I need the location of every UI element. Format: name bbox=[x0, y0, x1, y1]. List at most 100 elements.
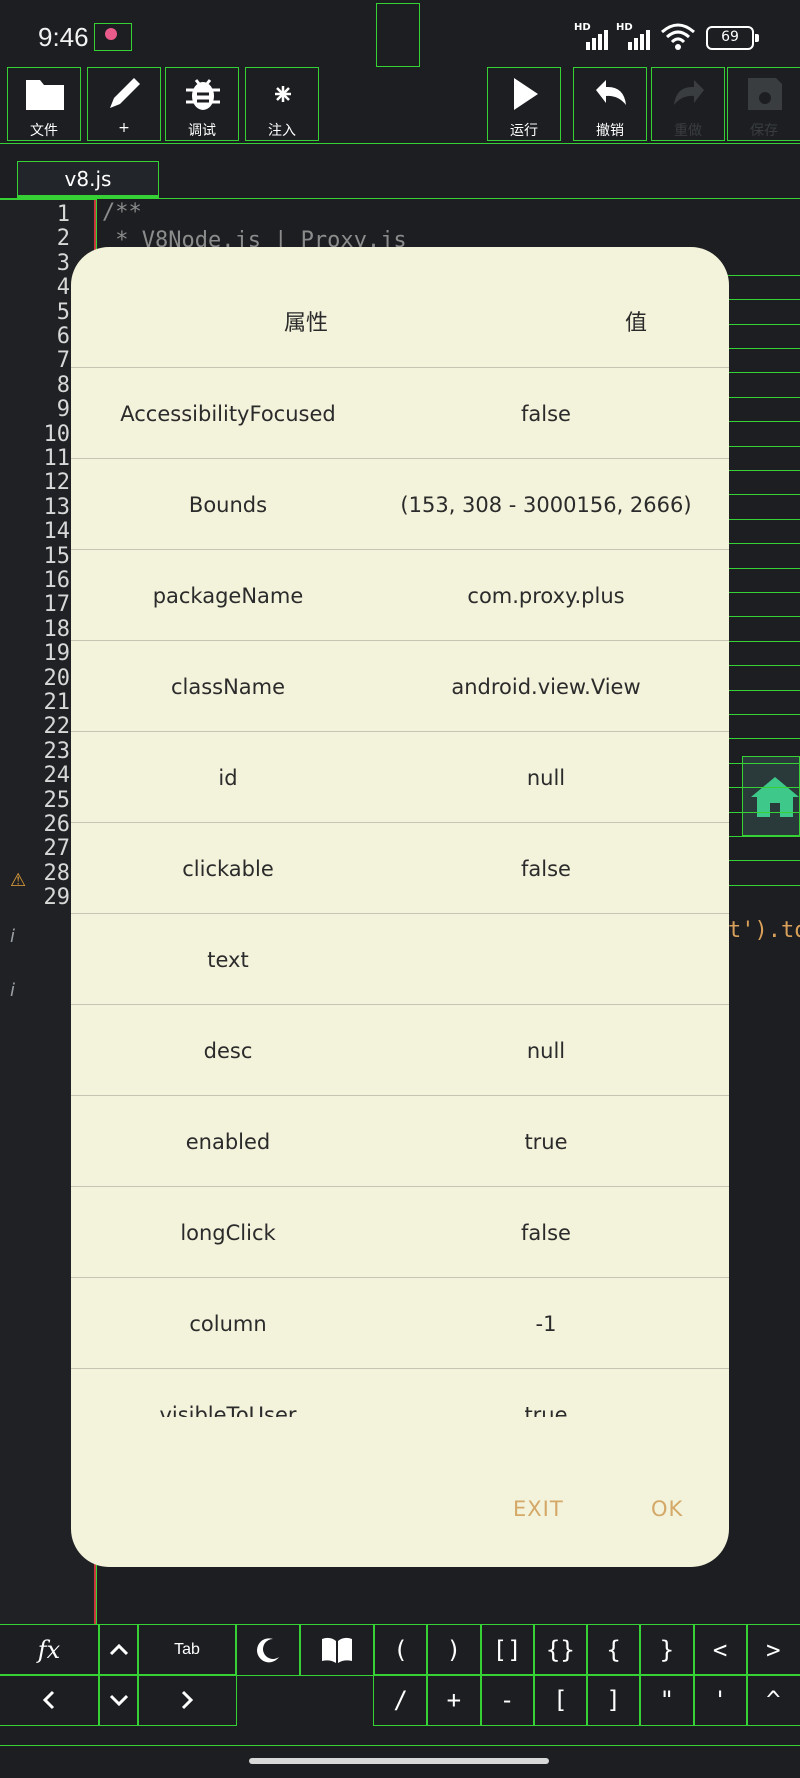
tab-v8-js[interactable]: v8.js bbox=[17, 161, 159, 199]
symbol-key[interactable]: } bbox=[639, 1624, 695, 1676]
property-row[interactable]: id null bbox=[71, 731, 729, 822]
symbol-key[interactable]: " bbox=[639, 1674, 695, 1726]
property-row[interactable]: enabled true bbox=[71, 1095, 729, 1186]
debug-button[interactable]: 调试 bbox=[165, 67, 239, 141]
tab-bar: v8.js bbox=[0, 143, 800, 199]
line-number: 2 bbox=[56, 226, 70, 252]
save-button[interactable]: 保存 bbox=[727, 67, 800, 141]
guide-line bbox=[720, 543, 800, 545]
code-line-27-tail: t').to bbox=[728, 918, 800, 943]
property-key: id bbox=[218, 766, 238, 790]
guide-line bbox=[720, 616, 800, 618]
symbol-key[interactable]: ( bbox=[372, 1624, 429, 1676]
symbol-key[interactable]: ] bbox=[585, 1674, 642, 1726]
dialog-header: 属性 值 bbox=[71, 247, 729, 367]
guide-line bbox=[720, 299, 800, 301]
property-row[interactable]: packageName com.proxy.plus bbox=[71, 549, 729, 640]
inject-button[interactable]: 注入 bbox=[245, 67, 319, 141]
guide-line bbox=[720, 738, 800, 740]
tab-key[interactable]: Tab bbox=[137, 1624, 237, 1676]
guide-line bbox=[720, 348, 800, 349]
guide-line bbox=[720, 836, 800, 837]
property-row[interactable]: longClick false bbox=[71, 1186, 729, 1277]
guide-line bbox=[720, 274, 800, 276]
redo-button[interactable]: 重做 bbox=[651, 67, 725, 141]
guide-line bbox=[720, 884, 800, 886]
symbol-key[interactable]: ^ bbox=[745, 1674, 800, 1726]
property-row[interactable]: AccessibilityFocused false bbox=[71, 367, 729, 458]
exit-button[interactable]: EXIT bbox=[513, 1497, 564, 1521]
play-icon bbox=[514, 78, 538, 110]
symbol-key[interactable]: - bbox=[479, 1674, 535, 1726]
home-indicator[interactable] bbox=[249, 1758, 549, 1764]
theme-toggle-key[interactable] bbox=[235, 1624, 301, 1676]
property-value: com.proxy.plus bbox=[467, 584, 625, 608]
line-number: 16 bbox=[43, 568, 71, 593]
symbol-key[interactable]: > bbox=[745, 1624, 800, 1676]
line-number: 9 bbox=[56, 397, 70, 423]
moon-icon bbox=[257, 1638, 279, 1663]
cursor-up-key[interactable] bbox=[99, 1624, 139, 1676]
property-key: className bbox=[170, 675, 286, 699]
cursor-right-key[interactable] bbox=[137, 1674, 237, 1726]
guide-line bbox=[720, 421, 800, 423]
edit-button[interactable]: + bbox=[87, 67, 161, 141]
symbol-key[interactable]: ' bbox=[692, 1674, 748, 1726]
line-number: 7 bbox=[56, 348, 70, 374]
property-value: -1 bbox=[535, 1312, 557, 1336]
property-key: AccessibilityFocused bbox=[120, 402, 336, 426]
symbol-key[interactable]: {} bbox=[532, 1624, 589, 1676]
info-icon: i bbox=[10, 980, 16, 1001]
symbol-key[interactable]: / bbox=[372, 1674, 429, 1726]
symbol-key[interactable]: ) bbox=[426, 1624, 482, 1676]
line-number: 13 bbox=[43, 494, 71, 520]
property-row[interactable]: visibleToUser true bbox=[71, 1368, 729, 1417]
property-key: column bbox=[189, 1312, 267, 1336]
battery-icon: 69 bbox=[706, 26, 759, 50]
line-number: 8 bbox=[56, 372, 70, 398]
symbol-key[interactable]: + bbox=[426, 1674, 482, 1726]
property-row[interactable]: column -1 bbox=[71, 1277, 729, 1368]
cursor-left-key[interactable] bbox=[0, 1674, 99, 1726]
property-row[interactable]: Bounds (153, 308 - 3000156, 2666) bbox=[71, 458, 729, 549]
run-button[interactable]: 运行 bbox=[487, 67, 561, 141]
line-number: 6 bbox=[56, 324, 70, 349]
property-key: visibleToUser bbox=[159, 1403, 297, 1417]
property-row[interactable]: text bbox=[71, 913, 729, 1004]
guide-line bbox=[720, 567, 800, 569]
symbol-key[interactable]: [] bbox=[479, 1624, 535, 1676]
line-number: 15 bbox=[43, 543, 71, 569]
save-icon bbox=[748, 78, 782, 110]
node-properties-dialog: 属性 值 AccessibilityFocused false Bounds (153… bbox=[71, 247, 729, 1567]
guide-line bbox=[720, 445, 800, 447]
property-value: null bbox=[526, 1039, 566, 1063]
property-row[interactable]: desc null bbox=[71, 1004, 729, 1095]
line-number: 1 bbox=[56, 202, 70, 227]
property-value: null bbox=[526, 766, 566, 790]
symbol-key[interactable]: [ bbox=[532, 1674, 589, 1726]
property-row[interactable]: clickable false bbox=[71, 822, 729, 913]
file-button[interactable]: 文件 bbox=[7, 67, 81, 141]
undo-button[interactable]: 撤销 bbox=[573, 67, 647, 141]
guide-line bbox=[720, 592, 800, 593]
line-number: 19 bbox=[43, 641, 71, 667]
floating-home-button[interactable] bbox=[742, 756, 800, 836]
status-time: 9:46 bbox=[38, 22, 89, 52]
property-value: false bbox=[521, 1221, 571, 1245]
docs-key[interactable] bbox=[299, 1624, 375, 1676]
property-row[interactable]: className android.view.View bbox=[71, 640, 729, 731]
property-key: clickable bbox=[182, 857, 274, 881]
symbol-key[interactable]: < bbox=[692, 1624, 748, 1676]
ok-button[interactable]: OK bbox=[651, 1497, 683, 1521]
fx-key[interactable]: fx bbox=[0, 1624, 99, 1676]
properties-list[interactable]: AccessibilityFocused false Bounds (153, 308… bbox=[71, 367, 729, 1417]
guide-line bbox=[720, 372, 800, 374]
property-value: (153, 308 - 3000156, 2666) bbox=[400, 493, 692, 517]
toolbar: 文件 + 调试 注入 运行 撤销 重做 保存 bbox=[0, 67, 800, 144]
cursor-down-key[interactable] bbox=[99, 1674, 139, 1726]
line-number: 10 bbox=[43, 421, 71, 447]
guide-line bbox=[720, 470, 800, 471]
line-number: 24 bbox=[43, 763, 71, 789]
line-number: 17 bbox=[43, 592, 71, 618]
symbol-key[interactable]: { bbox=[585, 1624, 642, 1676]
